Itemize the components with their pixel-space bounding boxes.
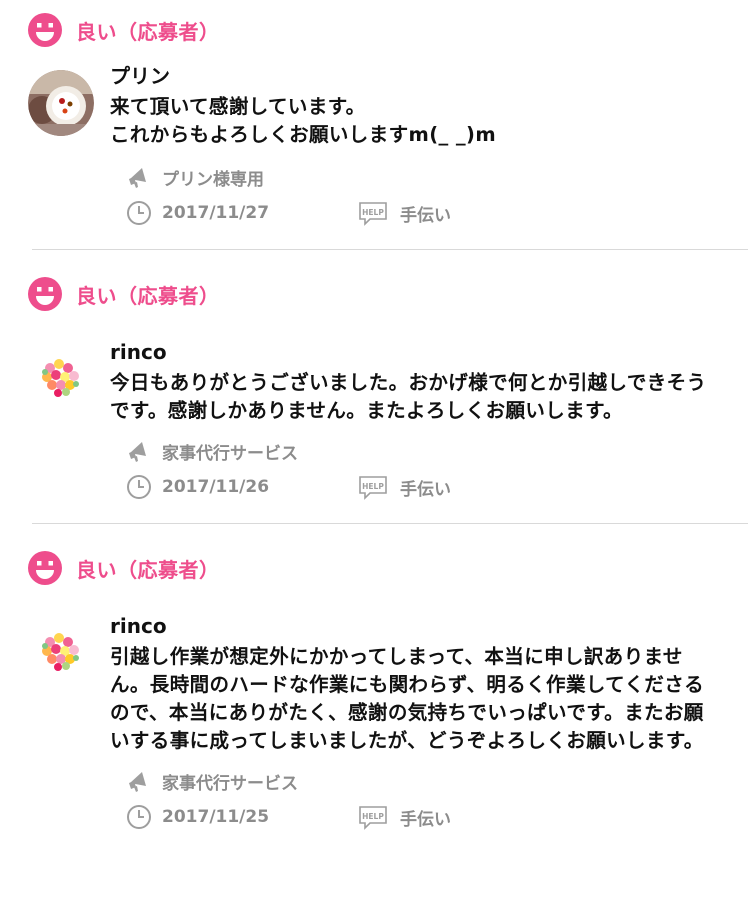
service-row: 家事代行サービス [126,437,748,465]
date-category-row: 2017/11/26 HELP 手伝い [126,473,748,501]
service-row: プリン様専用 [126,163,748,191]
service-name[interactable]: 家事代行サービス [162,769,298,794]
avatar[interactable] [28,70,94,136]
smile-icon [28,551,62,585]
help-category-icon: HELP [359,476,387,500]
avatar[interactable] [28,346,94,412]
review-date: 2017/11/26 [162,477,270,497]
avatar[interactable] [28,620,94,686]
date-category-row: 2017/11/25 HELP 手伝い [126,803,748,831]
date-category-row: 2017/11/27 HELP 手伝い [126,199,748,227]
clock-icon [127,805,151,829]
rating-row: 良い（応募者） [28,550,748,586]
review-meta: 家事代行サービス 2017/11/25 HELP 手伝い [126,767,748,831]
review-date: 2017/11/27 [162,203,270,223]
clock-icon [127,475,151,499]
review-meta: プリン様専用 2017/11/27 HELP 手伝い [126,163,748,227]
review-body: rinco 今日もありがとうございました。おかげ様で何とか引越しできそうです。感… [28,340,748,425]
help-label: HELP [362,208,384,217]
review-message: 来て頂いて感謝しています。 これからもよろしくお願いしますm(_ _)m [110,95,497,146]
rating-row: 良い（応募者） [28,276,748,312]
help-label: HELP [362,482,384,491]
service-row: 家事代行サービス [126,767,748,795]
help-category-icon: HELP [359,202,387,226]
megaphone-icon [129,772,146,792]
review-item: 良い（応募者） rinco 引越し作業が想定外にかかってしまって、本当に申し訳あ… [0,524,748,831]
author-name[interactable]: rinco [110,612,720,640]
review-body: rinco 引越し作業が想定外にかかってしまって、本当に申し訳ありません。長時間… [28,614,748,755]
review-message: 今日もありがとうございました。おかげ様で何とか引越しできそうです。感謝しかありま… [110,371,707,422]
service-name[interactable]: プリン様専用 [162,165,264,190]
review-meta: 家事代行サービス 2017/11/26 HELP 手伝い [126,437,748,501]
megaphone-icon [129,168,146,188]
rating-label: 良い（応募者） [76,19,220,44]
review-content: rinco 引越し作業が想定外にかかってしまって、本当に申し訳ありません。長時間… [110,614,720,755]
review-message: 引越し作業が想定外にかかってしまって、本当に申し訳ありません。長時間のハードな作… [110,645,705,752]
author-name[interactable]: プリン [110,62,720,90]
smile-icon [28,13,62,47]
rating-row: 良い（応募者） [28,12,748,48]
category-name[interactable]: 手伝い [400,475,451,500]
help-label: HELP [362,812,384,821]
author-name[interactable]: rinco [110,338,720,366]
review-content: rinco 今日もありがとうございました。おかげ様で何とか引越しできそうです。感… [110,340,720,425]
megaphone-icon [129,442,146,462]
service-name[interactable]: 家事代行サービス [162,439,298,464]
rating-label: 良い（応募者） [76,557,220,582]
rating-label: 良い（応募者） [76,283,220,308]
review-body: プリン 来て頂いて感謝しています。 これからもよろしくお願いしますm(_ _)m [28,64,748,149]
review-item: 良い（応募者） プリン 来て頂いて感謝しています。 これからもよろしくお願いしま… [0,0,748,227]
category-name[interactable]: 手伝い [400,201,451,226]
category-name[interactable]: 手伝い [400,805,451,830]
help-category-icon: HELP [359,806,387,830]
review-content: プリン 来て頂いて感謝しています。 これからもよろしくお願いしますm(_ _)m [110,64,720,149]
review-item: 良い（応募者） rinco 今日もありがとうございました。おかげ様で何とか引越し… [0,250,748,501]
review-date: 2017/11/25 [162,807,270,827]
smile-icon [28,277,62,311]
clock-icon [127,201,151,225]
